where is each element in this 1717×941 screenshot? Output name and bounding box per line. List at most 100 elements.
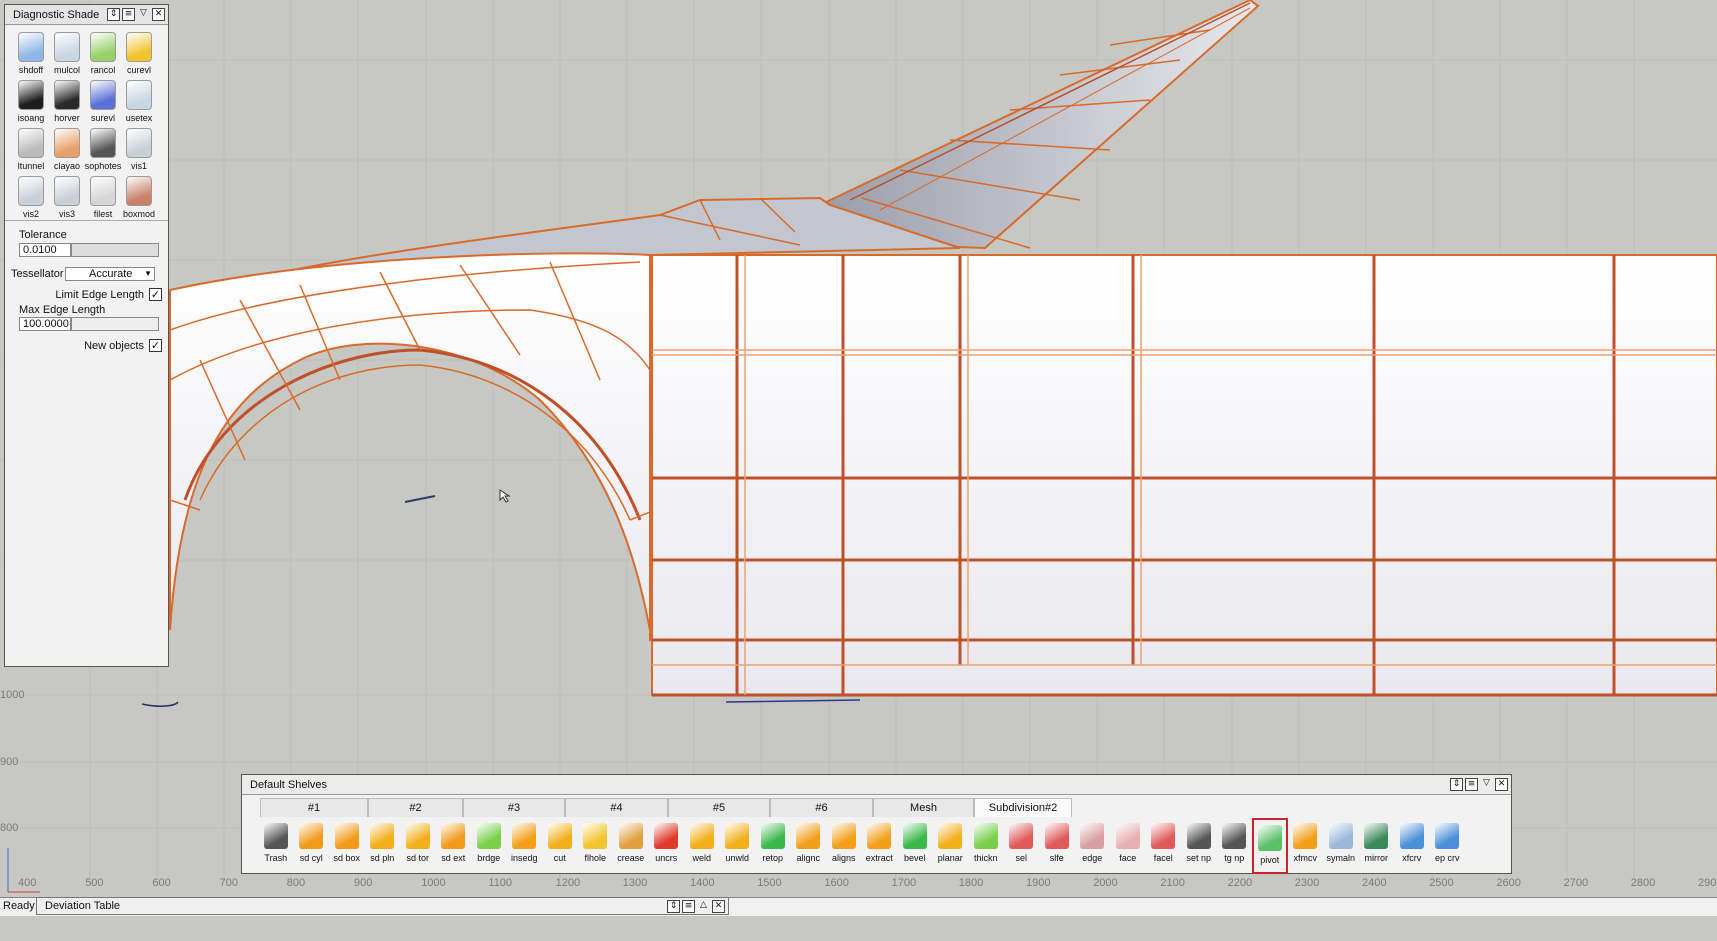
tool-pivot-button[interactable]: pivot <box>1252 818 1288 874</box>
tool-facel-button[interactable]: facel <box>1146 818 1182 874</box>
tool-thickn-button[interactable]: thickn <box>968 818 1004 874</box>
close-icon[interactable]: ✕ <box>152 8 165 21</box>
shelf-tab-1[interactable]: #1 <box>260 798 368 817</box>
tool-xfcrv-button[interactable]: xfcrv <box>1394 818 1430 874</box>
tool-cut-button[interactable]: cut <box>542 818 578 874</box>
tool-sd-box-button[interactable]: sd box <box>329 818 365 874</box>
resize-icon[interactable]: ⇕ <box>107 8 120 21</box>
shelf-tab-7[interactable]: Mesh <box>873 798 974 817</box>
shade-mode-usetex[interactable]: usetex <box>121 77 157 125</box>
shelf-tab-2[interactable]: #2 <box>368 798 463 817</box>
close-icon[interactable]: ✕ <box>1495 778 1508 791</box>
shade-mode-horver[interactable]: horver <box>49 77 85 125</box>
expand-icon[interactable]: △ <box>697 900 710 913</box>
shade-mode-label: ltunnel <box>17 161 45 171</box>
collapse-icon[interactable]: ▽ <box>137 8 150 21</box>
shelf-tab-5[interactable]: #5 <box>668 798 770 817</box>
tool-sel-button[interactable]: sel <box>1004 818 1040 874</box>
tool-extract-button[interactable]: extract <box>862 818 898 874</box>
shelf-tab-3[interactable]: #3 <box>463 798 565 817</box>
shade-mode-vis1[interactable]: vis1 <box>121 125 157 173</box>
shade-mode-vis2[interactable]: vis2 <box>13 173 49 221</box>
cursor-icon <box>499 489 511 503</box>
shelf-tab-8[interactable]: Subdivision#2 <box>974 798 1072 817</box>
tool-set-np-button[interactable]: set np <box>1181 818 1217 874</box>
tool-edge-button[interactable]: edge <box>1075 818 1111 874</box>
max-edge-slider[interactable] <box>71 317 159 331</box>
tool-sd-ext-button[interactable]: sd ext <box>436 818 472 874</box>
shade-mode-curevl[interactable]: curevl <box>121 29 157 77</box>
shelves-titlebar[interactable]: Default Shelves ⇕ ≡ ▽ ✕ <box>242 775 1511 795</box>
shelf-tab-6[interactable]: #6 <box>770 798 873 817</box>
tolerance-input[interactable]: 0.0100 <box>19 243 71 257</box>
tessellator-select[interactable]: Accurate ▼ <box>65 267 155 281</box>
menu-icon[interactable]: ≡ <box>1465 778 1478 791</box>
fin-surface <box>817 0 1260 250</box>
tolerance-slider[interactable] <box>71 243 159 257</box>
tool-unwld-button[interactable]: unwld <box>720 818 756 874</box>
resize-icon[interactable]: ⇕ <box>667 900 680 913</box>
clayao-icon <box>54 128 80 158</box>
diagnostic-shade-panel: Diagnostic Shade ⇕ ≡ ▽ ✕ shdoff mulcol ran… <box>4 4 169 667</box>
shelf-tools: Trash sd cyl sd box sd pln sd tor sd ext brdge… <box>258 818 1511 874</box>
menu-icon[interactable]: ≡ <box>682 900 695 913</box>
tool-insedg-button[interactable]: insedg <box>507 818 543 874</box>
tool-brdge-button[interactable]: brdge <box>471 818 507 874</box>
tool-trash-button[interactable]: Trash <box>258 818 294 874</box>
new-objects-checkbox[interactable]: ✓ <box>149 339 162 352</box>
tool-uncrs-button[interactable]: uncrs <box>649 818 685 874</box>
tool-retop-button[interactable]: retop <box>755 818 791 874</box>
xfcrv-icon <box>1399 823 1424 849</box>
tool-sd-cyl-button[interactable]: sd cyl <box>294 818 330 874</box>
tool-crease-button[interactable]: crease <box>613 818 649 874</box>
shade-mode-shdoff[interactable]: shdoff <box>13 29 49 77</box>
shade-mode-clayao[interactable]: clayao <box>49 125 85 173</box>
ruler-tick: 2000 <box>1093 877 1118 889</box>
tool-tg-np-button[interactable]: tg np <box>1217 818 1253 874</box>
tool-label: aligns <box>831 853 856 863</box>
limit-edge-checkbox[interactable]: ✓ <box>149 288 162 301</box>
tool-bevel-button[interactable]: bevel <box>897 818 933 874</box>
tool-xfmcv-button[interactable]: xfmcv <box>1288 818 1324 874</box>
tool-label: cut <box>553 853 566 863</box>
shade-mode-boxmod[interactable]: boxmod <box>121 173 157 221</box>
diagnostic-shade-titlebar[interactable]: Diagnostic Shade ⇕ ≡ ▽ ✕ <box>5 5 168 25</box>
tool-aligns-button[interactable]: aligns <box>826 818 862 874</box>
tool-face-button[interactable]: face <box>1110 818 1146 874</box>
shade-mode-sophotes[interactable]: sophotes <box>85 125 121 173</box>
shade-mode-ltunnel[interactable]: ltunnel <box>13 125 49 173</box>
collapse-icon[interactable]: ▽ <box>1480 778 1493 791</box>
tool-label: xfmcv <box>1293 853 1318 863</box>
tool-label: brdge <box>477 853 501 863</box>
tool-mirror-button[interactable]: mirror <box>1359 818 1395 874</box>
usetex-icon <box>126 80 152 110</box>
close-icon[interactable]: ✕ <box>712 900 725 913</box>
curve-mark <box>141 701 179 707</box>
shade-mode-rancol[interactable]: rancol <box>85 29 121 77</box>
max-edge-input[interactable]: 100.0000 <box>19 317 71 331</box>
tool-planar-button[interactable]: planar <box>933 818 969 874</box>
deviation-table-panel[interactable]: Deviation Table ⇕ ≡ △ ✕ <box>36 897 729 915</box>
tool-slfe-button[interactable]: slfe <box>1039 818 1075 874</box>
shdoff-icon <box>18 32 44 62</box>
tool-sd-pln-button[interactable]: sd pln <box>365 818 401 874</box>
shelf-tab-4[interactable]: #4 <box>565 798 668 817</box>
tool-ep-crv-button[interactable]: ep crv <box>1430 818 1466 874</box>
menu-icon[interactable]: ≡ <box>122 8 135 21</box>
resize-icon[interactable]: ⇕ <box>1450 778 1463 791</box>
ruler-tick: 1600 <box>824 877 849 889</box>
tool-alignc-button[interactable]: alignc <box>791 818 827 874</box>
mirror-icon <box>1364 823 1389 849</box>
shade-mode-vis3[interactable]: vis3 <box>49 173 85 221</box>
shade-mode-isoang[interactable]: isoang <box>13 77 49 125</box>
tool-sd-tor-button[interactable]: sd tor <box>400 818 436 874</box>
tool-flhole-button[interactable]: flhole <box>578 818 614 874</box>
ruler-tick: 2800 <box>1630 877 1656 889</box>
brdge-icon <box>476 823 501 849</box>
shade-mode-surevl[interactable]: surevl <box>85 77 121 125</box>
tool-label: face <box>1119 853 1137 863</box>
shade-mode-mulcol[interactable]: mulcol <box>49 29 85 77</box>
shade-mode-filest[interactable]: filest <box>85 173 121 221</box>
tool-symaln-button[interactable]: symaln <box>1323 818 1359 874</box>
tool-weld-button[interactable]: weld <box>684 818 720 874</box>
